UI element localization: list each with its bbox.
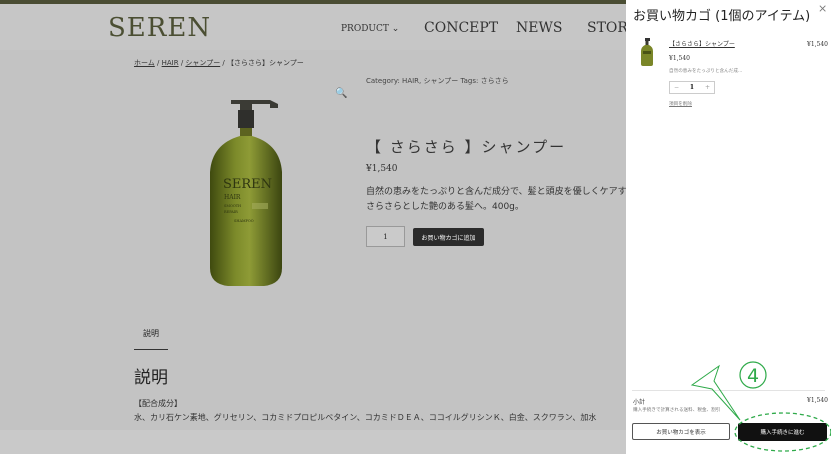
breadcrumb-shampoo[interactable]: シャンプー xyxy=(185,59,220,67)
cart-item-price: ¥1,540 xyxy=(669,55,690,62)
ingredients-text: 水、カリ石ケン素地、グリセリン、コカミドプロピルベタイン、コカミドＤＥＡ、ココイ… xyxy=(134,413,597,422)
breadcrumb-sep: / xyxy=(154,59,162,67)
bottle-hair-text: HAIR xyxy=(224,194,241,201)
product-description: 自然の恵みをたっぷりと含んだ成分で、髪と頭皮を優しくケアす さらさらとした艶のあ… xyxy=(366,185,626,215)
breadcrumb-current: 【さらさら】シャンプー xyxy=(227,59,304,67)
add-to-cart-button[interactable]: お買い物カゴに追加 xyxy=(413,228,484,246)
product-image[interactable]: SEREN HAIR SMOOTH REPAIR SHAMPOO xyxy=(200,92,290,288)
quantity-stepper: − 1 + xyxy=(669,81,715,94)
nav-concept[interactable]: CONCEPT xyxy=(424,20,498,36)
cart-title: お買い物カゴ (1個のアイテム) xyxy=(633,9,811,24)
nav-store[interactable]: STORE xyxy=(587,20,626,36)
subtotal-value: ¥1,540 xyxy=(807,397,828,404)
cart-divider xyxy=(632,390,825,391)
ingredients-label: 【配合成分】 xyxy=(134,399,182,408)
bottle-smooth-text: SMOOTH xyxy=(224,204,241,208)
checkout-button[interactable]: 購入手続きに進む xyxy=(738,423,827,441)
tab-active-underline xyxy=(134,349,168,350)
remove-item-link[interactable]: 項目を削除 xyxy=(669,101,692,107)
product-price: ¥1,540 xyxy=(366,164,398,174)
description-heading: 説明 xyxy=(134,368,168,388)
cart-drawer: お買い物カゴ (1個のアイテム) × 【さらさら】シャンプー ¥1,540 ¥1… xyxy=(626,0,831,454)
bottle-shampoo-text: SHAMPOO xyxy=(234,219,254,223)
quantity-input[interactable]: 1 xyxy=(366,226,405,247)
cart-item-description: 自然の恵みをたっぷりと含んだ成... xyxy=(669,69,743,74)
page-bottom-bar xyxy=(0,430,626,454)
subtotal-label: 小計 xyxy=(633,399,646,406)
breadcrumb-home[interactable]: ホーム xyxy=(134,59,155,67)
product-page-dimmed[interactable]: SEREN PRODUCT ⌄ CONCEPT NEWS STORE ホーム /… xyxy=(0,4,626,454)
cart-item-name-link[interactable]: 【さらさら】シャンプー xyxy=(669,39,735,48)
quantity-value[interactable]: 1 xyxy=(690,84,694,91)
tab-description[interactable]: 説明 xyxy=(134,328,168,339)
site-logo[interactable]: SEREN xyxy=(108,13,211,43)
breadcrumb-hair[interactable]: HAIR xyxy=(162,59,179,67)
bottle-repair-text: REPAIR xyxy=(224,210,238,214)
product-meta: Category: HAIR, シャンプー Tags: さらさら xyxy=(366,77,509,85)
breadcrumb: ホーム / HAIR / シャンプー / 【さらさら】シャンプー xyxy=(134,58,304,68)
bottle-brand-text: SEREN xyxy=(223,177,272,192)
cart-item-thumbnail[interactable] xyxy=(640,38,654,66)
zoom-icon[interactable]: 🔍 xyxy=(335,88,347,99)
product-title: 【 さらさら 】シャンプー xyxy=(366,138,567,156)
quantity-decrease-button[interactable]: − xyxy=(674,84,679,91)
site-header: SEREN PRODUCT ⌄ CONCEPT NEWS STORE xyxy=(0,4,626,50)
checkout-note: 購入手続きで計算される送料、税金、割引 xyxy=(633,408,721,413)
breadcrumb-sep: / xyxy=(220,59,228,67)
view-cart-button[interactable]: お買い物カゴを表示 xyxy=(632,423,730,440)
nav-news[interactable]: NEWS xyxy=(516,20,562,36)
quantity-increase-button[interactable]: + xyxy=(705,84,710,91)
product-description-line: 自然の恵みをたっぷりと含んだ成分で、髪と頭皮を優しくケアす xyxy=(366,187,626,197)
cart-item-line-total: ¥1,540 xyxy=(807,41,828,48)
product-description-line: さらさらとした艶のある髪へ。400g。 xyxy=(366,202,524,212)
close-icon[interactable]: × xyxy=(818,2,827,15)
nav-product[interactable]: PRODUCT ⌄ xyxy=(341,24,399,34)
